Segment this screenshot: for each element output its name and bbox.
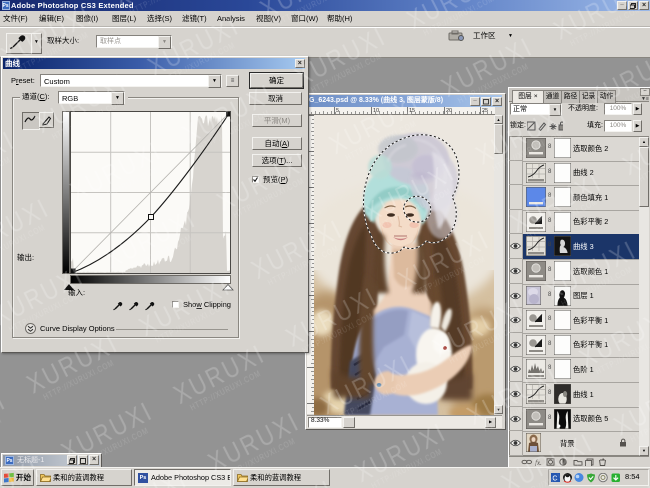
- svg-text:25: 25: [482, 108, 488, 114]
- svg-text:5: 5: [336, 108, 339, 114]
- svg-text:fx.: fx.: [535, 459, 542, 466]
- svg-text:C: C: [552, 476, 557, 483]
- svg-text:20: 20: [446, 108, 452, 114]
- svg-text:10: 10: [373, 108, 379, 114]
- svg-text:15: 15: [409, 108, 415, 114]
